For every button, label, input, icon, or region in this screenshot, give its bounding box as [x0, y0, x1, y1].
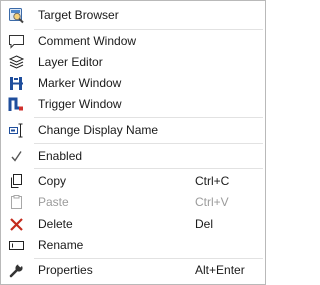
menu-item-delete[interactable]: Delete Del — [2, 213, 264, 236]
menu-item-label: Delete — [38, 217, 73, 231]
delete-x-icon — [8, 216, 25, 233]
comment-icon — [8, 33, 25, 50]
menu-item-enabled[interactable]: Enabled — [2, 145, 264, 168]
menu-item-shortcut: Del — [195, 217, 214, 231]
menu-item-label: Paste — [38, 195, 69, 209]
wrench-icon — [8, 262, 25, 279]
copy-icon — [8, 173, 25, 190]
menu-item-copy[interactable]: Copy Ctrl+C — [2, 170, 264, 193]
menu-item-shortcut: Ctrl+V — [195, 195, 229, 209]
menu-item-shortcut: Ctrl+C — [195, 174, 230, 188]
menu-item-label: Copy — [38, 174, 67, 188]
menu-item-label: Enabled — [38, 149, 83, 163]
target-browser-icon — [8, 7, 25, 24]
menu-separator — [34, 168, 263, 169]
menu-item-target-browser[interactable]: Target Browser — [2, 4, 264, 27]
menu-item-layer-editor[interactable]: Layer Editor — [2, 51, 264, 74]
marker-icon — [8, 75, 25, 92]
menu-item-comment-window[interactable]: Comment Window — [2, 30, 264, 53]
menu-item-change-display-name[interactable]: Change Display Name — [2, 119, 264, 142]
menu-item-marker-window[interactable]: Marker Window — [2, 72, 264, 95]
paste-icon — [8, 194, 25, 211]
layers-icon — [8, 54, 25, 71]
menu-item-label: Change Display Name — [38, 123, 159, 137]
rename-cursor-icon — [8, 122, 25, 139]
checkmark-icon — [8, 148, 25, 165]
menu-item-label: Layer Editor — [38, 55, 103, 69]
menu-item-properties[interactable]: Properties Alt+Enter — [2, 259, 264, 282]
menu-separator — [34, 143, 263, 144]
menu-item-label: Target Browser — [38, 8, 119, 22]
menu-item-label: Trigger Window — [38, 97, 122, 111]
menu-item-label: Marker Window — [38, 76, 122, 90]
menu-item-label: Properties — [38, 263, 93, 277]
menu-item-trigger-window[interactable]: Trigger Window — [2, 93, 264, 116]
menu-item-label: Rename — [38, 238, 84, 252]
context-menu: Target Browser Comment Window Layer Edit… — [0, 0, 266, 285]
menu-item-paste[interactable]: Paste Ctrl+V — [2, 191, 264, 214]
trigger-icon — [8, 96, 25, 113]
rename-field-icon — [8, 237, 25, 254]
menu-item-label: Comment Window — [38, 34, 137, 48]
menu-item-rename[interactable]: Rename — [2, 234, 264, 257]
menu-item-shortcut: Alt+Enter — [195, 263, 245, 277]
menu-separator — [34, 117, 263, 118]
